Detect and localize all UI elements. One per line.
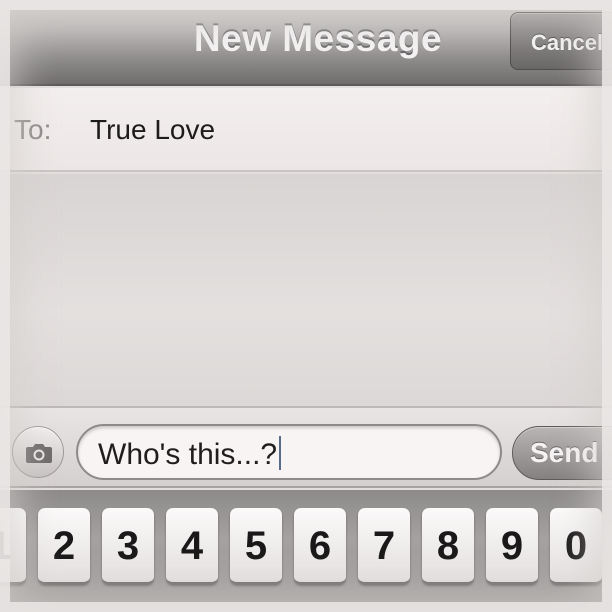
recipient-label: To: [14,114,52,145]
navigation-bar: New Message Cancel [0,0,612,86]
keyboard: 1234567890 [0,490,612,612]
key-7[interactable]: 7 [358,508,410,584]
message-input[interactable]: Who's this...? [76,424,502,480]
messages-screen: New Message Cancel To: True Love Who's t… [0,0,612,612]
key-4[interactable]: 4 [166,508,218,584]
message-input-text: Who's this...? [98,438,278,471]
recipient-name[interactable]: True Love [90,114,215,146]
compose-bar: Who's this...? Send [0,406,612,488]
key-6[interactable]: 6 [294,508,346,584]
send-button[interactable]: Send [512,426,612,480]
camera-button[interactable] [12,426,64,478]
key-1[interactable]: 1 [0,508,26,584]
text-caret [279,436,282,470]
key-3[interactable]: 3 [102,508,154,584]
key-5[interactable]: 5 [230,508,282,584]
key-9[interactable]: 9 [486,508,538,584]
conversation-area [0,174,612,406]
recipient-field[interactable]: To: True Love [0,88,612,172]
key-0[interactable]: 0 [550,508,602,584]
camera-icon [26,444,52,463]
key-2[interactable]: 2 [38,508,90,584]
key-8[interactable]: 8 [422,508,474,584]
cancel-button[interactable]: Cancel [510,12,612,70]
